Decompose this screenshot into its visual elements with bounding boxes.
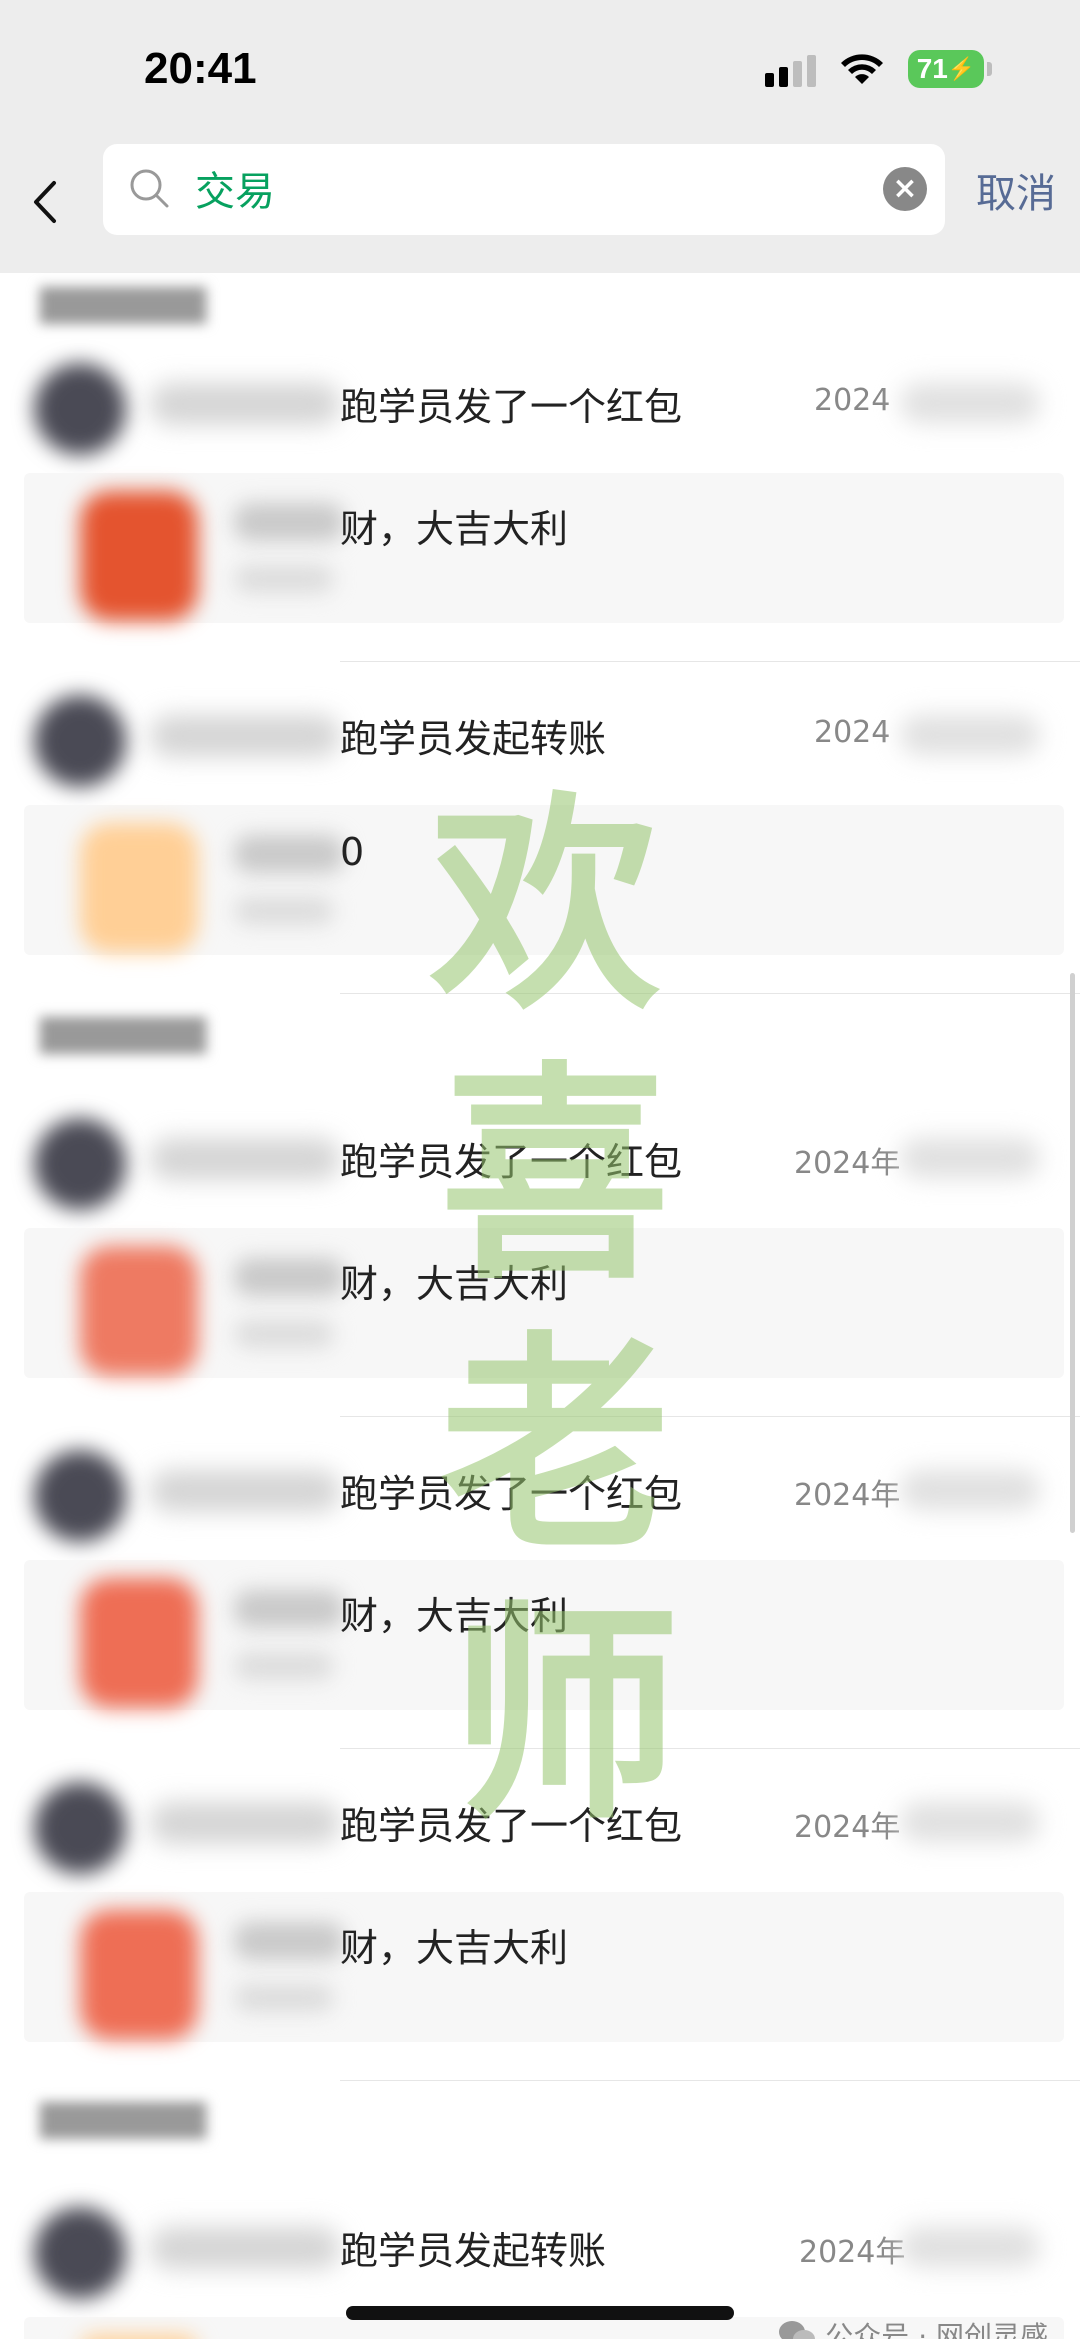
back-chevron-icon[interactable] [18,163,78,241]
avatar [34,1450,126,1542]
card-title: 跑学员发了一个红包 [340,1804,683,1848]
battery-level: 71 [916,53,948,84]
divider [340,1748,1080,1749]
divider [340,1416,1080,1417]
clear-search-icon[interactable]: × [883,167,927,211]
blurred-text [234,503,344,541]
sender-name [150,2227,340,2269]
status-bar: 20:41 71 ⚡ [0,0,1080,135]
blurred-text [234,1590,344,1628]
sender-name [150,1138,340,1180]
search-header: × 取消 [0,135,1080,273]
avatar [34,1782,126,1874]
wifi-icon [841,54,883,84]
blurred-date-tail [900,1802,1040,1842]
sender-name [150,383,340,425]
card-detail: 财，大吉大利 [340,1262,569,1306]
blurred-text [234,1922,344,1960]
red-packet-preview[interactable]: 财，大吉大利 [24,1560,1064,1710]
result-card[interactable]: 跑学员发了一个红包 2024 财，大吉大利 [0,333,1080,663]
blurred-date-tail [900,2227,1040,2267]
result-card[interactable]: 跑学员发了一个红包 2024年 财，大吉大利 [0,1420,1080,1750]
scroll-indicator[interactable] [1070,973,1075,1533]
result-card[interactable]: 跑学员发了一个红包 2024年 财，大吉大利 [0,1752,1080,2082]
search-input[interactable] [195,160,835,216]
blurred-text [234,1320,334,1348]
card-date: 2024 [814,383,891,418]
avatar [34,695,126,787]
red-packet-icon [80,1910,198,2040]
search-box[interactable]: × [103,144,945,235]
blurred-text [234,897,334,925]
card-title: 跑学员发了一个红包 [340,1140,683,1184]
cancel-button[interactable]: 取消 [976,161,1056,219]
status-icons: 71 ⚡ [765,50,992,88]
sender-name [150,715,340,757]
card-date: 2024年 [794,1146,901,1181]
home-indicator[interactable] [346,2306,734,2320]
avatar [34,1118,126,1210]
cellular-signal-icon [765,51,816,87]
red-packet-icon [80,1246,198,1376]
blurred-date-tail [900,715,1040,755]
result-card[interactable]: 跑学员发了一个红包 2024年 财，大吉大利 [0,1088,1080,1418]
card-date: 2024 [814,715,891,750]
red-packet-icon [80,1578,198,1708]
card-title: 跑学员发了一个红包 [340,385,683,429]
card-detail: 0 [340,830,365,874]
red-packet-preview[interactable]: 财，大吉大利 [24,1228,1064,1378]
blurred-date-tail [900,1138,1040,1178]
transfer-preview[interactable]: 0 [24,805,1064,955]
wechat-icon [779,2321,816,2339]
section-date-label: ▇▇▇▇▇▇ [40,1013,207,1054]
blurred-text [234,1258,344,1296]
card-date: 2024年 [794,1810,901,1845]
card-date: 2024年 [794,1478,901,1513]
blurred-date-tail [900,383,1040,423]
blurred-date-tail [900,1470,1040,1510]
avatar [34,363,126,455]
sender-name [150,1802,340,1844]
blurred-text [234,835,344,873]
red-packet-preview[interactable]: 财，大吉大利 [24,1892,1064,2042]
section-date-label: ▇▇▇▇▇▇ [40,283,207,324]
battery-icon: 71 ⚡ [908,50,992,88]
status-time: 20:41 [144,44,257,93]
card-detail: 财，大吉大利 [340,507,569,551]
footer-credit: 公众号 · 网创灵感 [777,2315,1048,2339]
blurred-text [234,565,334,593]
red-packet-preview[interactable]: 财，大吉大利 [24,473,1064,623]
transfer-icon [80,2335,198,2339]
card-title: 跑学员发起转账 [340,717,607,761]
footer-credit-text: 公众号 · 网创灵感 [825,2320,1048,2339]
transfer-icon [80,823,198,953]
blurred-text [234,1652,334,1680]
blurred-text [234,1984,334,2012]
card-title: 跑学员发了一个红包 [340,1472,683,1516]
card-detail: 财，大吉大利 [340,1594,569,1638]
card-detail: 财，大吉大利 [340,1926,569,1970]
search-icon [130,169,169,208]
divider [340,661,1080,662]
red-packet-icon [80,491,198,621]
sender-name [150,1470,340,1512]
divider [340,993,1080,994]
search-results-list[interactable]: ▇▇▇▇▇▇ 跑学员发了一个红包 2024 财，大吉大利 跑学员发起转账 202… [0,273,1080,2339]
divider [340,2080,1080,2081]
card-title: 跑学员发起转账 [340,2229,607,2273]
card-date: 2024年 [799,2235,906,2270]
avatar [34,2207,126,2299]
result-card[interactable]: 跑学员发起转账 2024 0 [0,665,1080,995]
section-date-label: ▇▇▇▇▇▇ [40,2098,207,2139]
